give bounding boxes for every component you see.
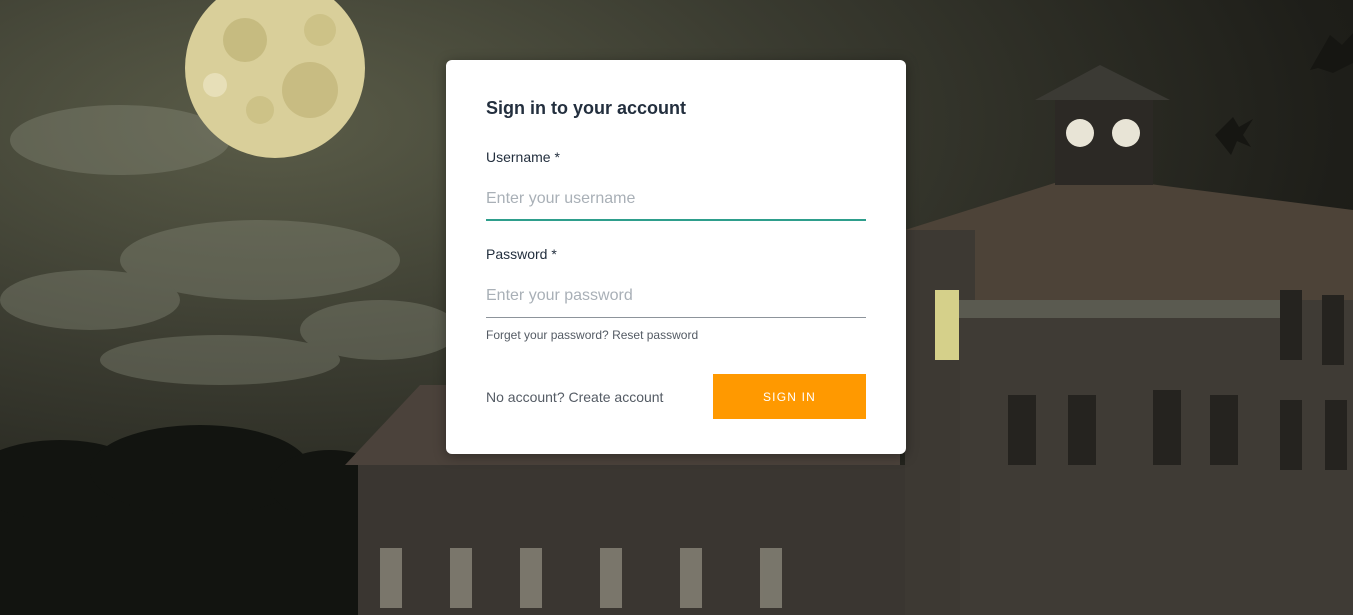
password-input[interactable] [486, 278, 866, 314]
reset-password-link[interactable]: Reset password [612, 328, 698, 342]
username-focus-underline [486, 219, 866, 221]
crow-icon [1215, 33, 1353, 155]
no-account-text: No account? [486, 389, 565, 405]
password-label: Password * [486, 246, 557, 262]
username-input[interactable] [486, 181, 866, 217]
sign-in-card: Sign in to your account Username * Passw… [446, 60, 906, 454]
forgot-password-text: Forget your password? [486, 328, 609, 342]
page-title: Sign in to your account [486, 98, 687, 118]
create-account-link[interactable]: Create account [569, 389, 664, 405]
no-account-hint: No account? Create account [486, 389, 663, 405]
password-underline [486, 317, 866, 318]
clouds [0, 105, 460, 385]
sign-in-button[interactable]: Sign In [713, 374, 866, 419]
username-label: Username * [486, 149, 560, 165]
forgot-password-hint: Forget your password? Reset password [486, 328, 698, 342]
